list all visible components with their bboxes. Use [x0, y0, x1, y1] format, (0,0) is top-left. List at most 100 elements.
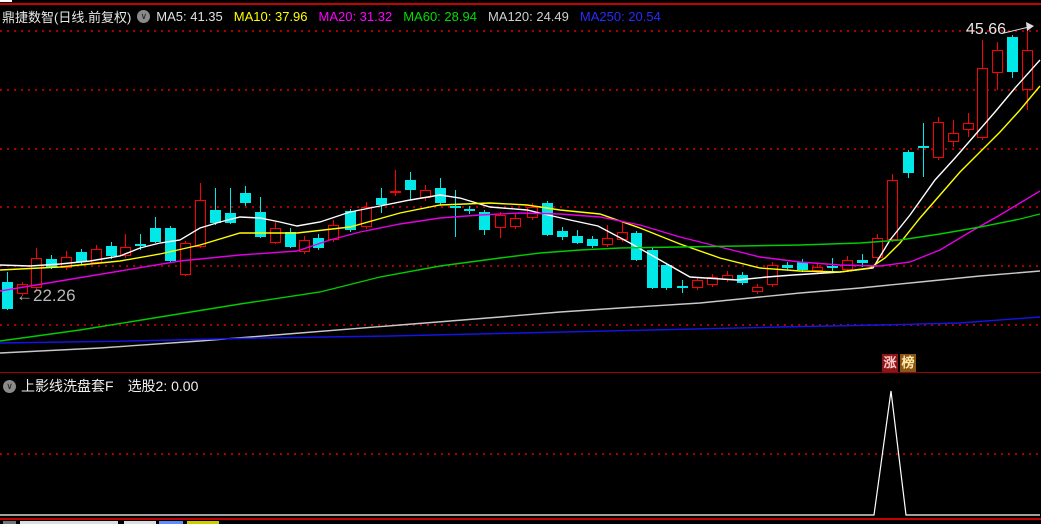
- candle-body: [46, 259, 57, 267]
- candle-body: [479, 212, 490, 230]
- gridline: [0, 30, 1041, 32]
- ma-value: MA120: 24.49: [487, 8, 569, 24]
- candle-body: [963, 123, 974, 130]
- candle-body: [1007, 37, 1018, 72]
- candle-body: [631, 233, 642, 260]
- ma-values: MA5: 41.35 MA10: 37.96 MA20: 31.32 MA60: 28…: [156, 9, 672, 24]
- candle-body: [977, 68, 988, 138]
- candle-body: [737, 275, 748, 283]
- candle-body: [435, 188, 446, 203]
- candle-body: [255, 212, 266, 237]
- candle-body: [887, 180, 898, 240]
- candle-body: [948, 133, 959, 142]
- candle-body: [918, 146, 929, 148]
- candle-body: [677, 286, 688, 288]
- candle-body: [376, 198, 387, 205]
- candle-body: [464, 209, 475, 211]
- window-top-accent: [0, 0, 12, 2]
- candle-body: [2, 282, 13, 309]
- high-price-label: 45.66: [966, 21, 1007, 38]
- gridline: [0, 148, 1041, 150]
- candle-body: [812, 267, 823, 271]
- candle-body: [557, 231, 568, 237]
- candle-body: [328, 225, 339, 240]
- indicator-panel: [0, 374, 1041, 518]
- candle-body: [120, 247, 131, 256]
- candle-body: [1022, 50, 1033, 90]
- ma-value: MA10: 37.96: [233, 8, 308, 24]
- bottom-divider-line: [0, 518, 1041, 520]
- candle-body: [903, 152, 914, 173]
- candle-body: [797, 262, 808, 270]
- candle-body: [91, 249, 102, 263]
- gridline: [0, 206, 1041, 208]
- candle-body: [752, 287, 763, 292]
- candle-body: [602, 238, 613, 245]
- ma-value: MA60: 28.94: [403, 8, 477, 24]
- candle-body: [767, 265, 778, 285]
- candle-body: [285, 232, 296, 247]
- low-price-label: ←22.26: [16, 286, 76, 305]
- candle-body: [240, 193, 251, 203]
- candle-body: [450, 206, 461, 208]
- candle-body: [617, 232, 628, 240]
- chart-header: 鼎捷数智(日线.前复权) ∨ MA5: 41.35 MA10: 37.96 MA20…: [0, 6, 1041, 26]
- candle-body: [510, 218, 521, 227]
- candle-body: [135, 244, 146, 246]
- candle-wick: [923, 123, 924, 177]
- rise-rank-badge-zhang[interactable]: 涨: [882, 354, 898, 372]
- candle-body: [361, 207, 372, 227]
- candle-body: [842, 260, 853, 270]
- candle-body: [992, 50, 1003, 73]
- candle-body: [299, 240, 310, 252]
- ma-value: MA250: 20.54: [579, 8, 661, 24]
- top-border-line: [0, 3, 1041, 5]
- candle-body: [495, 215, 506, 228]
- candle-body: [827, 266, 838, 268]
- ma-value: MA5: 41.35: [156, 8, 223, 24]
- candle-body: [661, 265, 672, 288]
- candlestick-chart: [0, 26, 1041, 372]
- candle-wick: [455, 190, 456, 237]
- candle-body: [933, 122, 944, 158]
- candle-body: [210, 210, 221, 223]
- candle-body: [165, 228, 176, 261]
- candle-body: [313, 238, 324, 248]
- candle-body: [61, 257, 72, 268]
- rise-rank-badge-bang[interactable]: 榜: [900, 354, 916, 372]
- candle-body: [270, 228, 281, 243]
- candle-body: [76, 252, 87, 262]
- chevron-down-circle-icon[interactable]: ∨: [137, 9, 151, 23]
- candle-body: [587, 239, 598, 246]
- candle-body: [106, 246, 117, 256]
- candle-body: [405, 180, 416, 190]
- candle-body: [225, 213, 236, 223]
- candle-body: [857, 260, 868, 263]
- candle-body: [345, 211, 356, 230]
- instrument-title: 鼎捷数智(日线.前复权): [2, 9, 132, 25]
- gridline: [0, 324, 1041, 326]
- stock-chart-window: 鼎捷数智(日线.前复权) ∨ MA5: 41.35 MA10: 37.96 MA20…: [0, 0, 1041, 524]
- candle-body: [692, 280, 703, 288]
- candle-body: [722, 275, 733, 280]
- candle-body: [180, 243, 191, 275]
- candle-body: [647, 250, 658, 288]
- candle-body: [420, 190, 431, 198]
- gridline: [0, 265, 1041, 267]
- candle-body: [542, 203, 553, 235]
- candle-body: [707, 277, 718, 285]
- gridline: [0, 453, 1041, 455]
- gridline: [0, 89, 1041, 91]
- candle-body: [527, 207, 538, 218]
- candle-body: [195, 200, 206, 247]
- candle-body: [390, 191, 401, 193]
- candle-wick: [140, 234, 141, 250]
- ma-value: MA20: 31.32: [318, 8, 393, 24]
- candle-body: [31, 258, 42, 288]
- candle-body: [782, 265, 793, 268]
- candle-body: [872, 238, 883, 258]
- panel-divider-line: [0, 372, 1041, 373]
- candle-body: [572, 236, 583, 243]
- candle-body: [150, 228, 161, 242]
- left-arrow-icon: ←: [16, 286, 33, 305]
